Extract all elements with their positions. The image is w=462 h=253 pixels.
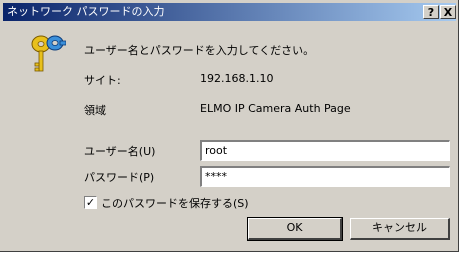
help-button[interactable]: ? — [423, 5, 439, 19]
save-password-checkbox[interactable]: ✓ — [84, 196, 97, 209]
window-title: ネットワーク パスワードの入力 — [7, 5, 165, 18]
ok-button[interactable]: OK — [247, 217, 343, 241]
password-input[interactable]: **** — [200, 166, 450, 187]
realm-label: 領域 — [84, 104, 106, 117]
username-input[interactable]: root — [200, 140, 450, 161]
username-label: ユーザー名(U) — [84, 145, 156, 158]
realm-value: ELMO IP Camera Auth Page — [200, 102, 351, 115]
prompt-text: ユーザー名とパスワードを入力してください。 — [84, 44, 315, 57]
title-bar[interactable]: ネットワーク パスワードの入力 ? X — [3, 3, 456, 21]
password-label: パスワード(P) — [84, 171, 155, 184]
password-dialog: ネットワーク パスワードの入力 ? X ユーザー名とパスワードを入力してください… — [0, 0, 459, 252]
save-password-label[interactable]: このパスワードを保存する(S) — [101, 195, 249, 211]
site-label: サイト: — [84, 74, 121, 87]
close-button[interactable]: X — [440, 5, 456, 19]
keys-icon — [31, 35, 66, 72]
site-value: 192.168.1.10 — [200, 72, 274, 85]
cancel-button[interactable]: キャンセル — [350, 218, 450, 240]
